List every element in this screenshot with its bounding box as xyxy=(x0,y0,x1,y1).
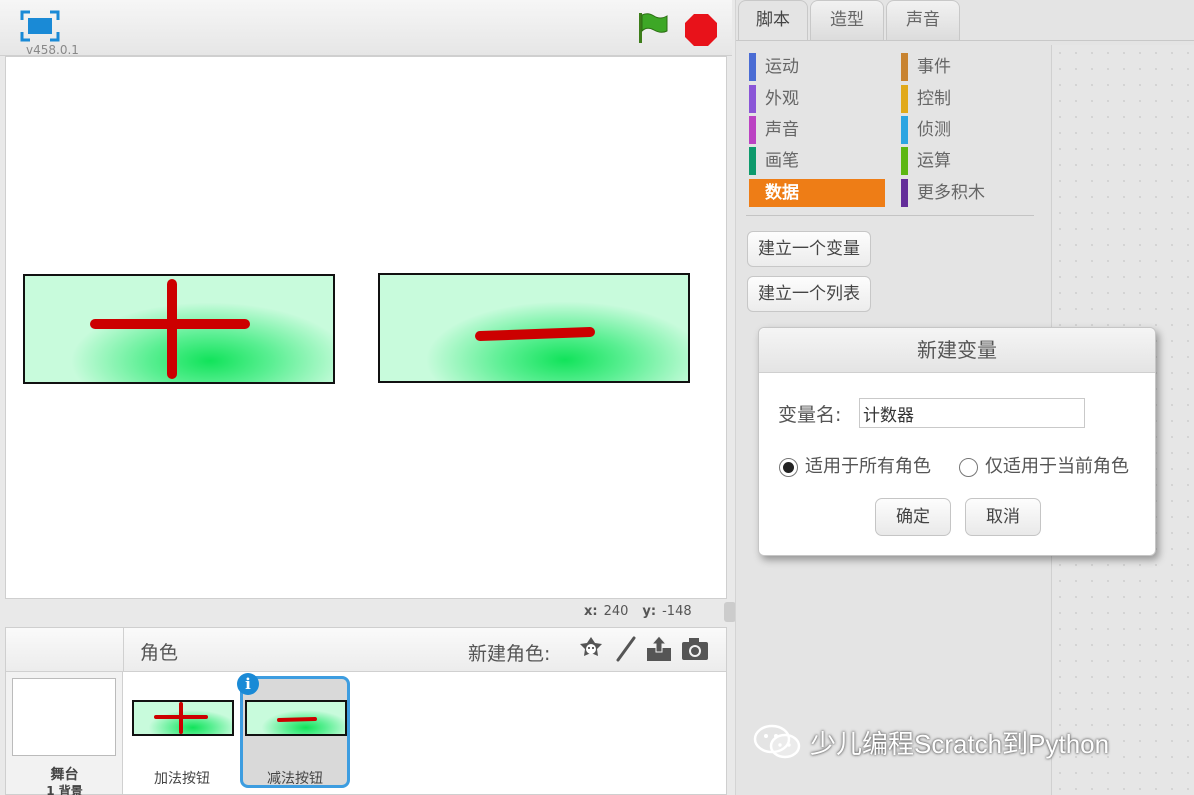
stage-thumbnail[interactable] xyxy=(12,678,116,756)
category-motion[interactable]: 运动 xyxy=(749,53,885,81)
wechat-icon xyxy=(753,724,801,759)
category-pen[interactable]: 画笔 xyxy=(749,147,885,175)
y-value: -148 xyxy=(662,604,692,619)
category-swatch xyxy=(749,147,756,175)
upload-icon[interactable] xyxy=(644,634,674,664)
fullscreen-icon[interactable] xyxy=(20,10,60,42)
category-sound[interactable]: 声音 xyxy=(749,116,885,144)
camera-icon[interactable] xyxy=(680,634,710,664)
category-label: 事件 xyxy=(917,57,951,77)
category-label: 声音 xyxy=(765,120,799,140)
version-label: v458.0.1 xyxy=(26,43,79,57)
green-flag-icon[interactable] xyxy=(636,11,670,45)
plus-icon xyxy=(154,702,208,734)
category-swatch xyxy=(901,85,908,113)
info-icon[interactable]: i xyxy=(237,673,259,695)
category-swatch xyxy=(901,179,908,207)
watermark-text: 少儿编程Scratch到Python xyxy=(810,728,1110,759)
stage-column-header xyxy=(6,628,123,672)
category-control[interactable]: 控制 xyxy=(901,85,1037,113)
category-looks[interactable]: 外观 xyxy=(749,85,885,113)
radio-checked-icon[interactable] xyxy=(779,457,798,477)
variable-name-input[interactable] xyxy=(859,398,1085,428)
stage-header: v458.0.1 xyxy=(0,0,732,57)
category-label: 控制 xyxy=(917,89,951,109)
sprite-name: 加法按钮 xyxy=(154,771,210,787)
watermark: 少儿编程Scratch到Python xyxy=(752,722,1109,762)
option-label: 仅适用于当前角色 xyxy=(985,456,1129,477)
ok-button[interactable]: 确定 xyxy=(875,498,951,536)
dialog-title: 新建变量 xyxy=(759,328,1155,373)
sprites-title: 角色 xyxy=(140,642,179,664)
category-swatch xyxy=(749,179,756,207)
cancel-button[interactable]: 取消 xyxy=(965,498,1041,536)
sprite-tile-plus[interactable]: 加法按钮 xyxy=(127,676,237,788)
category-label: 运算 xyxy=(917,151,951,171)
option-label: 适用于所有角色 xyxy=(805,456,931,477)
tab-sounds[interactable]: 声音 xyxy=(886,0,960,40)
for-all-sprites-option[interactable]: 适用于所有角色 xyxy=(779,456,931,478)
sprite-pane-header: 角色 新建角色: xyxy=(123,628,726,672)
x-label: x: xyxy=(584,604,598,619)
category-more-blocks[interactable]: 更多积木 xyxy=(901,179,1037,207)
sprite-name: 减法按钮 xyxy=(267,771,323,787)
stage-selector[interactable]: 舞台 1 背景 xyxy=(6,672,123,795)
variable-name-label: 变量名: xyxy=(778,404,842,426)
radio-unchecked-icon[interactable] xyxy=(959,457,978,477)
stop-icon[interactable] xyxy=(684,13,718,47)
category-label: 数据 xyxy=(765,183,799,203)
new-variable-dialog: 新建变量 变量名: 适用于所有角色 仅适用于当前角色 确定 取消 xyxy=(758,327,1156,556)
category-sensing[interactable]: 侦测 xyxy=(901,116,1037,144)
sprite-list: 加法按钮 i 减法按钮 xyxy=(123,672,726,794)
sprite-pane: 角色 新建角色: 舞台 1 背景 加法按钮 i 减法按钮 xyxy=(5,627,727,795)
stage-label: 舞台 xyxy=(50,767,79,783)
category-label: 运动 xyxy=(765,57,799,77)
category-label: 侦测 xyxy=(917,120,951,140)
make-list-button[interactable]: 建立一个列表 xyxy=(747,276,871,312)
sprite-library-icon[interactable] xyxy=(576,634,606,664)
category-label: 画笔 xyxy=(765,151,799,171)
category-swatch xyxy=(901,147,908,175)
category-swatch xyxy=(901,116,908,144)
category-label: 外观 xyxy=(765,89,799,109)
category-swatch xyxy=(901,53,908,81)
category-swatch xyxy=(749,85,756,113)
palette-divider xyxy=(746,215,1034,216)
paint-brush-icon[interactable] xyxy=(610,634,640,664)
category-operators[interactable]: 运算 xyxy=(901,147,1037,175)
for-this-sprite-only-option[interactable]: 仅适用于当前角色 xyxy=(959,456,1129,478)
tab-scripts[interactable]: 脚本 xyxy=(738,0,808,40)
stage-canvas[interactable] xyxy=(5,56,727,599)
minus-icon xyxy=(475,327,595,341)
sprite-tile-minus[interactable]: i 减法按钮 xyxy=(237,673,350,788)
x-value: 240 xyxy=(603,604,629,619)
minus-button-sprite[interactable] xyxy=(378,273,690,383)
category-swatch xyxy=(749,53,756,81)
category-label: 更多积木 xyxy=(917,183,985,203)
tab-costumes[interactable]: 造型 xyxy=(810,0,884,40)
backdrop-count: 1 背景 xyxy=(46,784,83,795)
minus-icon xyxy=(277,717,317,722)
sprite-thumbnail xyxy=(132,700,234,736)
plus-button-sprite[interactable] xyxy=(23,274,335,384)
new-sprite-label: 新建角色: xyxy=(468,643,551,665)
category-data[interactable]: 数据 xyxy=(749,179,885,207)
category-swatch xyxy=(749,116,756,144)
make-variable-button[interactable]: 建立一个变量 xyxy=(747,231,871,267)
sprite-thumbnail xyxy=(245,700,347,736)
mouse-coordinates: x: 240 y: -148 xyxy=(584,604,706,619)
y-label: y: xyxy=(642,604,657,619)
plus-icon xyxy=(90,279,250,379)
category-events[interactable]: 事件 xyxy=(901,53,1037,81)
